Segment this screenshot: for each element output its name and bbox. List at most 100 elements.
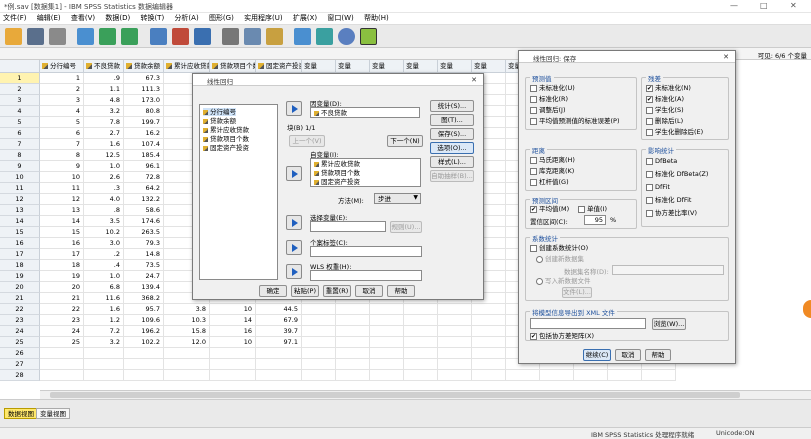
table-cell[interactable] [164,359,210,370]
table-cell[interactable]: 15.8 [164,326,210,337]
table-cell[interactable]: 44.5 [256,304,302,315]
table-cell[interactable]: 16.2 [124,128,164,139]
save-help-button[interactable]: 帮助 [645,349,671,361]
menu-edit[interactable]: 编辑(E) [37,13,61,24]
table-cell[interactable] [336,348,370,359]
table-cell[interactable]: 10 [210,304,256,315]
table-cell[interactable]: 109.6 [124,315,164,326]
table-cell[interactable]: 1 [40,73,84,84]
table-cell[interactable]: 173.0 [124,95,164,106]
source-var[interactable]: 分行编号 [203,108,236,116]
table-cell[interactable]: 11 [40,183,84,194]
table-cell[interactable]: 7.8 [84,117,124,128]
table-cell[interactable]: 14.8 [124,249,164,260]
table-cell[interactable] [210,359,256,370]
row-number[interactable]: 23 [0,315,40,326]
table-cell[interactable] [40,370,84,381]
table-cell[interactable]: 1.1 [84,84,124,95]
mahalanobis-checkbox[interactable]: 马氏距离(H) [530,156,575,165]
selection-field[interactable] [310,221,386,232]
table-cell[interactable]: 73.5 [124,260,164,271]
table-cell[interactable]: 8 [40,150,84,161]
find-icon[interactable] [222,28,239,45]
table-cell[interactable]: 102.2 [124,337,164,348]
table-cell[interactable]: 5 [40,117,84,128]
row-number[interactable]: 27 [0,359,40,370]
table-cell[interactable]: 3.5 [84,216,124,227]
variables-icon[interactable] [194,28,211,45]
column-header[interactable]: 固定资产投资 [256,60,302,73]
new-dataset-radio[interactable]: 创建新数据集 [536,255,584,264]
table-cell[interactable]: 95.7 [124,304,164,315]
pred-standardized-checkbox[interactable]: 标准化(R) [530,95,568,104]
row-number[interactable]: 6 [0,128,40,139]
table-cell[interactable]: 199.7 [124,117,164,128]
table-cell[interactable]: 1.6 [84,139,124,150]
table-cell[interactable]: 132.2 [124,194,164,205]
row-number[interactable]: 19 [0,271,40,282]
help-button[interactable]: 帮助 [387,285,415,297]
style-button[interactable]: 样式(L)... [430,156,474,168]
reset-button[interactable]: 重置(R) [323,285,351,297]
table-cell[interactable]: 1.0 [84,161,124,172]
table-cell[interactable] [404,359,438,370]
table-cell[interactable]: 11.6 [84,293,124,304]
table-cell[interactable]: 2.7 [84,128,124,139]
independent-var[interactable]: 固定资产投资 [314,178,360,186]
table-cell[interactable]: 19 [40,271,84,282]
use-sets-icon[interactable] [360,28,377,45]
table-cell[interactable] [472,359,506,370]
table-cell[interactable] [336,337,370,348]
table-cell[interactable] [404,348,438,359]
row-number[interactable]: 2 [0,84,40,95]
column-header[interactable]: 不良贷款 [84,60,124,73]
case-label-field[interactable] [310,246,422,257]
table-cell[interactable]: 12.0 [164,337,210,348]
table-cell[interactable]: 64.2 [124,183,164,194]
table-cell[interactable]: 6.8 [84,282,124,293]
open-folder-icon[interactable] [5,28,22,45]
dfbeta-checkbox[interactable]: DfBeta [646,157,677,166]
dataset-name-input[interactable] [612,265,724,275]
table-cell[interactable] [404,337,438,348]
weight-cases-icon[interactable] [316,28,333,45]
table-cell[interactable] [302,359,336,370]
table-cell[interactable] [438,370,472,381]
table-cell[interactable] [472,348,506,359]
move-independent-arrow-icon[interactable] [286,166,302,181]
table-cell[interactable] [472,370,506,381]
wls-field[interactable] [310,270,422,281]
undo-icon[interactable] [99,28,116,45]
column-header[interactable]: 贷款余额 [124,60,164,73]
table-cell[interactable]: 368.2 [124,293,164,304]
table-cell[interactable]: 6 [40,128,84,139]
menu-help[interactable]: 帮助(H) [364,13,389,24]
insert-variable-icon[interactable] [266,28,283,45]
table-cell[interactable]: 3 [40,95,84,106]
column-header[interactable]: 变量 [472,60,506,73]
table-cell[interactable] [336,315,370,326]
plots-button[interactable]: 图(T)... [430,114,474,126]
row-number[interactable]: 7 [0,139,40,150]
table-cell[interactable] [506,370,540,381]
table-cell[interactable]: 1.0 [84,271,124,282]
row-number[interactable]: 1 [0,73,40,84]
row-number[interactable]: 28 [0,370,40,381]
confidence-input[interactable]: 95 [584,215,606,225]
row-number[interactable]: 24 [0,326,40,337]
table-cell[interactable]: 12.5 [84,150,124,161]
cooks-checkbox[interactable]: 库克距离(K) [530,167,574,176]
table-cell[interactable] [370,359,404,370]
table-cell[interactable] [302,326,336,337]
column-header[interactable]: 分行编号 [40,60,84,73]
resid-standardized-checkbox[interactable]: ✔ 标准化(A) [646,95,684,104]
std-dffit-checkbox[interactable]: 标准化 DfFit [646,196,691,205]
table-cell[interactable]: 39.7 [256,326,302,337]
table-cell[interactable] [124,348,164,359]
table-cell[interactable] [404,370,438,381]
table-cell[interactable] [370,370,404,381]
row-number[interactable]: 3 [0,95,40,106]
table-cell[interactable]: .9 [84,73,124,84]
table-cell[interactable]: 67.3 [124,73,164,84]
create-coef-checkbox[interactable]: 创建系数统计(O) [530,244,588,253]
